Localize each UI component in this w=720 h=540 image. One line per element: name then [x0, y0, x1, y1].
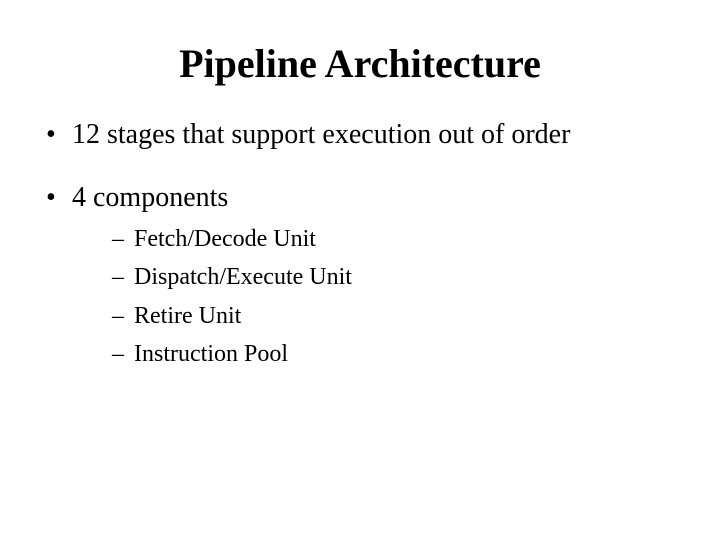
slide-content: 12 stages that support execution out of … [0, 97, 720, 371]
bullet-item: 4 components Fetch/Decode Unit Dispatch/… [40, 180, 680, 371]
sub-item: Instruction Pool [112, 338, 680, 370]
sub-item: Retire Unit [112, 300, 680, 332]
bullet-list: 12 stages that support execution out of … [40, 117, 680, 371]
bullet-item: 12 stages that support execution out of … [40, 117, 680, 152]
slide: Pipeline Architecture 12 stages that sup… [0, 0, 720, 540]
bullet-text: 4 components [72, 182, 228, 213]
sub-item: Dispatch/Execute Unit [112, 261, 680, 293]
slide-title: Pipeline Architecture [0, 0, 720, 97]
sub-item: Fetch/Decode Unit [112, 223, 680, 255]
sub-list: Fetch/Decode Unit Dispatch/Execute Unit … [72, 223, 680, 371]
bullet-text: 12 stages that support execution out of … [72, 119, 570, 150]
